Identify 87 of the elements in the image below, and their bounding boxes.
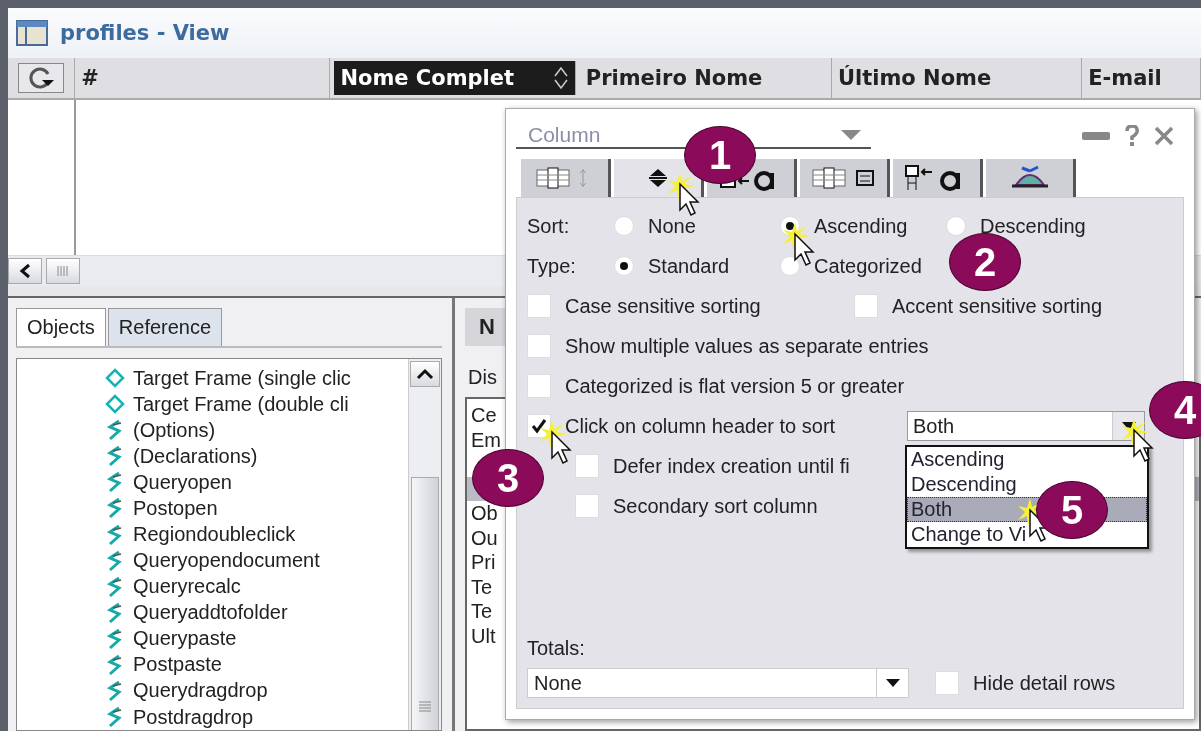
column-header[interactable]: # bbox=[75, 58, 331, 98]
checkbox-label: Accent sensitive sorting bbox=[892, 294, 1103, 318]
checkbox[interactable] bbox=[527, 374, 551, 398]
checkbox-label: Secondary sort column bbox=[613, 494, 818, 518]
refresh-button[interactable] bbox=[18, 63, 65, 93]
diamond-icon bbox=[105, 394, 125, 415]
cursor-click-icon bbox=[668, 172, 702, 216]
dropdown-caret-icon bbox=[885, 679, 900, 687]
tree-item[interactable]: Querypaste bbox=[105, 625, 408, 652]
event-script-icon bbox=[105, 575, 125, 598]
scroll-thumb[interactable] bbox=[411, 477, 439, 730]
radio-button[interactable] bbox=[614, 216, 634, 236]
checkbox-label: Click on column header to sort bbox=[565, 414, 836, 438]
sort-arrows-icon bbox=[552, 65, 569, 91]
tree-item[interactable]: Regiondoubleclick bbox=[105, 521, 408, 548]
radio-label: Ascending bbox=[814, 214, 908, 238]
property-tab[interactable] bbox=[893, 159, 983, 197]
radio-button[interactable] bbox=[780, 256, 800, 276]
tree-item[interactable]: Postpaste bbox=[105, 651, 408, 678]
column-header[interactable]: Primeiro Nome bbox=[579, 58, 832, 98]
checkbox-label: Defer index creation until fi bbox=[613, 454, 850, 478]
event-script-icon bbox=[105, 706, 125, 729]
radio-button[interactable] bbox=[614, 256, 634, 276]
property-tab[interactable] bbox=[521, 159, 611, 197]
column-numbers-icon bbox=[810, 167, 877, 189]
radio-label: Categorized bbox=[814, 254, 922, 278]
tree-item[interactable]: Postdragdrop bbox=[105, 704, 408, 731]
checkbox[interactable] bbox=[575, 494, 599, 518]
diamond-icon bbox=[105, 368, 125, 389]
tree-item[interactable]: (Options) bbox=[105, 417, 408, 444]
tree-item[interactable]: Queryopen bbox=[105, 469, 408, 496]
tree-item[interactable]: Querydragdrop bbox=[105, 677, 408, 704]
event-script-icon bbox=[105, 445, 125, 468]
field-label: Dis bbox=[468, 366, 497, 389]
tree-item[interactable]: Queryopendocument bbox=[105, 547, 408, 574]
column-header[interactable]: E-mail bbox=[1082, 58, 1201, 98]
close-icon[interactable] bbox=[1154, 126, 1174, 146]
tree-item[interactable]: (Declarations) bbox=[105, 443, 408, 470]
checkbox-label: Show multiple values as separate entries bbox=[565, 334, 929, 358]
refresh-icon bbox=[28, 66, 55, 90]
beanie-icon bbox=[1009, 165, 1050, 191]
checkbox[interactable] bbox=[854, 294, 878, 318]
radio-label: Standard bbox=[648, 254, 730, 278]
checkbox[interactable] bbox=[527, 414, 551, 438]
event-script-icon bbox=[105, 497, 125, 520]
grip-icon bbox=[418, 700, 432, 712]
radio-button[interactable] bbox=[946, 216, 966, 236]
property-tab[interactable] bbox=[986, 159, 1076, 197]
event-script-icon bbox=[105, 653, 125, 676]
checkbox-label: Case sensitive sorting bbox=[565, 294, 761, 318]
tree-item[interactable]: Queryrecalc bbox=[105, 573, 408, 600]
event-script-icon bbox=[105, 601, 125, 624]
panel-tab[interactable]: Objects bbox=[16, 308, 106, 346]
field-label: Totals: bbox=[527, 637, 586, 660]
panel-tab[interactable]: Reference bbox=[107, 308, 223, 346]
event-script-icon bbox=[105, 679, 125, 702]
scroll-up-button[interactable] bbox=[410, 361, 440, 387]
window-title: profiles - View bbox=[60, 21, 230, 45]
help-icon[interactable] bbox=[1124, 125, 1140, 147]
event-script-icon bbox=[105, 471, 125, 494]
field-label: Type: bbox=[527, 254, 577, 278]
tree-item[interactable]: Target Frame (single clic bbox=[105, 365, 408, 392]
view-window-icon bbox=[16, 20, 48, 46]
event-script-icon bbox=[105, 523, 125, 546]
scroll-thumb[interactable] bbox=[46, 258, 80, 284]
checkbox[interactable] bbox=[935, 671, 959, 695]
totals-dropdown[interactable]: None bbox=[527, 668, 909, 698]
checkbox-label: Hide detail rows bbox=[973, 671, 1116, 695]
column-header[interactable]: Nome Complet bbox=[334, 61, 576, 95]
tree-item[interactable]: Postopen bbox=[105, 495, 408, 522]
radio-label: None bbox=[648, 214, 696, 238]
scroll-left-button[interactable] bbox=[8, 258, 42, 284]
field-label: Sort: bbox=[527, 214, 571, 238]
checkbox[interactable] bbox=[527, 334, 551, 358]
property-tab[interactable] bbox=[800, 159, 890, 197]
event-script-icon bbox=[105, 419, 125, 442]
checkbox-label: Categorized is flat version 5 or greater bbox=[565, 374, 905, 398]
tree-item[interactable]: Queryaddtofolder bbox=[105, 599, 408, 626]
dropdown-caret-icon bbox=[841, 130, 861, 140]
grip-icon bbox=[56, 265, 70, 277]
column-header[interactable]: Último Nome bbox=[832, 58, 1083, 98]
tree-item[interactable]: Target Frame (double cli bbox=[105, 391, 408, 418]
event-script-icon bbox=[105, 549, 125, 572]
checkbox[interactable] bbox=[575, 454, 599, 478]
checkbox[interactable] bbox=[527, 294, 551, 318]
event-script-icon bbox=[105, 627, 125, 650]
sort-direction-dropdown[interactable]: Both bbox=[907, 411, 1145, 441]
